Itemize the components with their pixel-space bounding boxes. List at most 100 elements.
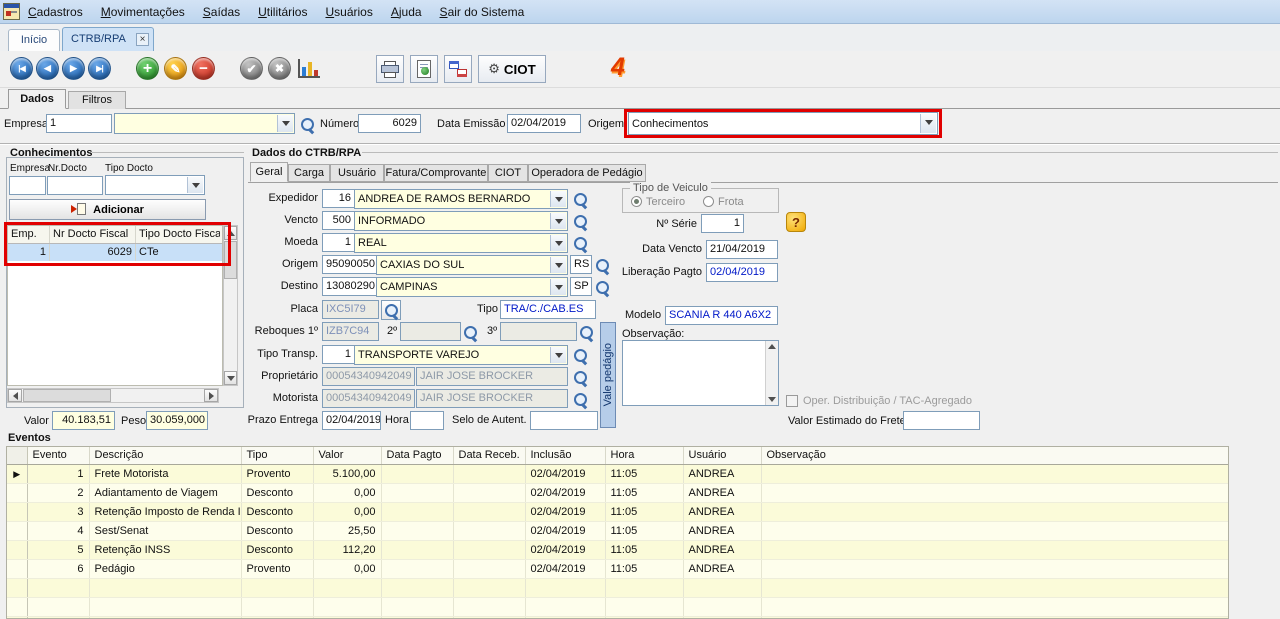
dropdown-arrow-icon[interactable] — [920, 114, 936, 133]
cell-inclusao[interactable]: 02/04/2019 — [525, 502, 605, 521]
search-icon[interactable] — [595, 258, 610, 273]
cell-tipo[interactable]: Provento — [241, 464, 313, 483]
dropdown-arrow-icon[interactable] — [550, 191, 566, 207]
observacao-scrollbar[interactable] — [765, 341, 778, 405]
scroll-left-button[interactable] — [8, 389, 22, 402]
eventos-row[interactable]: 5 Retenção INSS Desconto 112,20 02/04/20… — [7, 540, 1229, 559]
tipo-transp-code-field[interactable]: 1 — [322, 345, 355, 364]
search-icon[interactable] — [573, 236, 588, 251]
k-empresa-field[interactable] — [9, 176, 46, 195]
cell-valor[interactable]: 25,50 — [313, 521, 381, 540]
cell-evento[interactable]: 1 — [27, 464, 89, 483]
eventos-row[interactable]: 4 Sest/Senat Desconto 25,50 02/04/2019 1… — [7, 521, 1229, 540]
scroll-right-button[interactable] — [204, 389, 218, 402]
tab-ctrb-rpa[interactable]: CTRB/RPA × — [62, 27, 154, 51]
dropdown-arrow-icon[interactable] — [550, 347, 566, 363]
dropdown-arrow-icon[interactable] — [550, 213, 566, 229]
destino-combo[interactable]: CAMPINAS — [376, 277, 568, 297]
data-emissao-field[interactable]: 02/04/2019 — [507, 114, 581, 133]
cell-data-receb[interactable] — [453, 559, 525, 578]
dropdown-arrow-icon[interactable] — [277, 115, 293, 132]
hscroll-thumb[interactable] — [23, 389, 111, 402]
cell-hora[interactable]: 11:05 — [605, 559, 683, 578]
cell-observacao[interactable] — [761, 559, 1229, 578]
cell-inclusao[interactable]: 02/04/2019 — [525, 464, 605, 483]
cell-hora[interactable]: 11:05 — [605, 464, 683, 483]
data-vencto-field[interactable]: 21/04/2019 — [706, 240, 778, 259]
cell-evento[interactable]: 4 — [27, 521, 89, 540]
adicionar-button[interactable]: Adicionar — [9, 199, 206, 220]
tab-dados[interactable]: Dados — [8, 89, 66, 109]
close-tab-icon[interactable]: × — [136, 33, 149, 46]
ciot-button[interactable]: ⚙ CIOT — [478, 55, 546, 83]
search-icon[interactable] — [573, 370, 588, 385]
cell-tipo[interactable]: Desconto — [241, 502, 313, 521]
tab-usuario[interactable]: Usuário — [330, 164, 384, 182]
cell-inclusao[interactable]: 02/04/2019 — [525, 521, 605, 540]
cell-descricao[interactable]: Sest/Senat — [89, 521, 241, 540]
add-record-button[interactable]: + — [136, 57, 159, 80]
k-cell-emp[interactable]: 1 — [8, 244, 50, 261]
nav-first-button[interactable]: |◀ — [10, 57, 33, 80]
cell-data-receb[interactable] — [453, 502, 525, 521]
confirm-button[interactable]: ✔ — [240, 57, 263, 80]
empresa-field[interactable]: 1 — [46, 114, 112, 133]
dropdown-arrow-icon[interactable] — [550, 279, 566, 295]
valor-estimado-field[interactable] — [903, 411, 980, 430]
scroll-down-button[interactable] — [224, 371, 237, 385]
cell-data-pagto[interactable] — [381, 540, 453, 559]
numero-field[interactable]: 6029 — [358, 114, 421, 133]
eventos-row[interactable]: ▶ 1 Frete Motorista Provento 5.100,00 02… — [7, 464, 1229, 483]
placa-search-button[interactable] — [381, 300, 401, 320]
cell-usuario[interactable]: ANDREA — [683, 502, 761, 521]
hora-field[interactable] — [410, 411, 444, 430]
cell-data-receb[interactable] — [453, 464, 525, 483]
origem-code-field[interactable]: 95090050 — [322, 255, 377, 274]
vencto-code-field[interactable]: 500 — [322, 211, 355, 230]
k-nrdocto-field[interactable] — [47, 176, 103, 195]
k-cell-tipodocto[interactable]: CTe — [136, 244, 220, 261]
cell-observacao[interactable] — [761, 521, 1229, 540]
vscroll-thumb[interactable] — [224, 241, 237, 279]
cell-inclusao[interactable]: 02/04/2019 — [525, 540, 605, 559]
search-icon[interactable] — [579, 325, 594, 340]
search-icon[interactable] — [573, 192, 588, 207]
cell-data-receb[interactable] — [453, 483, 525, 502]
search-icon[interactable] — [573, 348, 588, 363]
nav-last-button[interactable]: ▶| — [88, 57, 111, 80]
cell-hora[interactable]: 11:05 — [605, 521, 683, 540]
menu-item-cadastros[interactable]: Cadastros — [28, 5, 83, 19]
k-cell-nrdocto[interactable]: 6029 — [50, 244, 136, 261]
tab-inicio[interactable]: Início — [8, 29, 60, 51]
eventos-row[interactable]: 3 Retenção Imposto de Renda IRRF Descont… — [7, 502, 1229, 521]
cell-hora[interactable]: 11:05 — [605, 502, 683, 521]
menu-item-ajuda[interactable]: Ajuda — [391, 5, 422, 19]
prazo-entrega-field[interactable]: 02/04/2019 — [322, 411, 381, 430]
cell-inclusao[interactable]: 02/04/2019 — [525, 559, 605, 578]
dropdown-arrow-icon[interactable] — [550, 235, 566, 251]
menu-item-utilitarios[interactable]: Utilitários — [258, 5, 307, 19]
menu-item-saidas[interactable]: Saídas — [203, 5, 240, 19]
cell-hora[interactable]: 11:05 — [605, 540, 683, 559]
cell-evento[interactable]: 6 — [27, 559, 89, 578]
tab-filtros[interactable]: Filtros — [68, 91, 126, 109]
cell-valor[interactable]: 0,00 — [313, 502, 381, 521]
dropdown-arrow-icon[interactable] — [187, 177, 203, 193]
cell-observacao[interactable] — [761, 502, 1229, 521]
expedidor-combo[interactable]: ANDREA DE RAMOS BERNARDO — [354, 189, 568, 209]
vencto-combo[interactable]: INFORMADO — [354, 211, 568, 231]
menu-item-usuarios[interactable]: Usuários — [325, 5, 372, 19]
cell-evento[interactable]: 5 — [27, 540, 89, 559]
nav-next-button[interactable]: ▶ — [62, 57, 85, 80]
cell-hora[interactable]: 11:05 — [605, 483, 683, 502]
cell-usuario[interactable]: ANDREA — [683, 464, 761, 483]
tab-ciot[interactable]: CIOT — [488, 164, 528, 182]
tab-carga[interactable]: Carga — [288, 164, 330, 182]
conhecimentos-hscrollbar[interactable] — [7, 388, 219, 403]
search-icon[interactable] — [300, 117, 315, 132]
empresa-name-combo[interactable] — [114, 113, 295, 134]
cell-inclusao[interactable]: 02/04/2019 — [525, 483, 605, 502]
cell-tipo[interactable]: Provento — [241, 559, 313, 578]
cell-evento[interactable]: 3 — [27, 502, 89, 521]
menu-item-movimentacoes[interactable]: Movimentações — [101, 5, 185, 19]
